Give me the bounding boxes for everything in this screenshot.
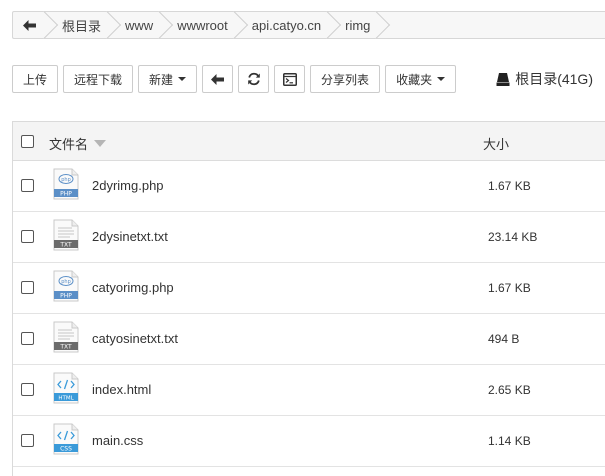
- column-header-name[interactable]: 文件名: [49, 134, 107, 153]
- refresh-button[interactable]: [238, 65, 270, 93]
- svg-text:HTML: HTML: [58, 396, 74, 402]
- row-checkbox[interactable]: [21, 230, 34, 243]
- svg-text:CSS: CSS: [60, 446, 72, 453]
- new-dropdown-button[interactable]: 新建: [138, 65, 198, 93]
- table-header: 文件名 大小: [13, 122, 605, 161]
- file-name[interactable]: 2dyrimg.php: [92, 178, 164, 193]
- file-table: 文件名 大小 php PHP 2dyrimg.php 1.67 KB TXT 2…: [12, 121, 605, 476]
- disk-label: 根目录(41G): [515, 71, 593, 87]
- css-file-icon: CSS: [53, 423, 79, 455]
- php-file-icon: php PHP: [53, 270, 79, 302]
- sort-down-icon: [94, 140, 107, 147]
- file-name[interactable]: catyorimg.php: [92, 280, 174, 295]
- file-name[interactable]: 2dysinetxt.txt: [92, 229, 168, 244]
- file-name[interactable]: index.html: [92, 382, 151, 397]
- table-row[interactable]: php PHP catyorimg.php 1.67 KB: [13, 263, 605, 314]
- svg-text:TXT: TXT: [59, 242, 72, 249]
- row-checkbox[interactable]: [21, 434, 34, 447]
- txt-file-icon: TXT: [53, 219, 79, 251]
- breadcrumb-label: wwwroot: [177, 17, 228, 33]
- file-name[interactable]: catyosinetxt.txt: [92, 331, 178, 346]
- breadcrumb-label: api.catyo.cn: [251, 17, 322, 33]
- table-row[interactable]: CSS main.css 1.14 KB: [13, 416, 605, 467]
- breadcrumb-path-field[interactable]: [378, 11, 605, 39]
- arrow-left-icon: [211, 73, 225, 85]
- svg-text:php: php: [61, 177, 71, 183]
- row-checkbox[interactable]: [21, 332, 34, 345]
- caret-down-icon: [178, 77, 187, 81]
- file-size: 23.14 KB: [488, 230, 538, 244]
- file-name[interactable]: main.css: [92, 433, 143, 448]
- breadcrumb-item-site[interactable]: api.catyo.cn: [235, 11, 330, 39]
- row-checkbox[interactable]: [21, 281, 34, 294]
- column-header-size[interactable]: 大小: [483, 134, 509, 153]
- row-checkbox[interactable]: [21, 179, 34, 192]
- table-row[interactable]: HTML index.html 2.65 KB: [13, 365, 605, 416]
- file-size: 1.67 KB: [488, 179, 531, 193]
- back-nav-button[interactable]: [202, 65, 234, 93]
- row-checkbox[interactable]: [21, 383, 34, 396]
- txt-file-icon: TXT: [53, 321, 79, 353]
- disk-selector[interactable]: 根目录(41G): [496, 65, 593, 93]
- caret-down-icon: [437, 77, 446, 81]
- breadcrumb: 根目录 www wwwroot api.catyo.cn rimg: [12, 11, 605, 39]
- back-button[interactable]: [12, 11, 46, 39]
- hard-drive-icon: [496, 72, 510, 86]
- svg-text:TXT: TXT: [59, 344, 72, 351]
- terminal-button[interactable]: [274, 65, 306, 93]
- file-size: 494 B: [488, 332, 520, 346]
- remote-download-button[interactable]: 远程下载: [63, 65, 134, 93]
- select-all-checkbox[interactable]: [21, 135, 34, 148]
- toolbar: 上传 远程下载 新建 分享列表 收藏夹 根目录(41G): [12, 65, 605, 93]
- terminal-icon: [282, 72, 297, 86]
- upload-button[interactable]: 上传: [12, 65, 59, 93]
- svg-text:PHP: PHP: [60, 293, 72, 300]
- new-label: 新建: [149, 72, 174, 87]
- php-file-icon: php PHP: [53, 168, 79, 200]
- refresh-icon: [247, 72, 260, 86]
- arrow-left-icon: [23, 19, 36, 31]
- breadcrumb-label: www: [125, 17, 154, 33]
- html-file-icon: HTML: [53, 372, 79, 404]
- favorites-label: 收藏夹: [396, 72, 433, 87]
- svg-text:php: php: [61, 279, 71, 285]
- share-list-button[interactable]: 分享列表: [310, 65, 381, 93]
- breadcrumb-label: 根目录: [62, 18, 102, 34]
- favorites-dropdown-button[interactable]: 收藏夹: [385, 65, 457, 93]
- file-size: 1.67 KB: [488, 281, 531, 295]
- table-row[interactable]: php PHP 2dyrimg.php 1.67 KB: [13, 161, 605, 212]
- svg-text:PHP: PHP: [60, 191, 72, 198]
- file-size: 1.14 KB: [488, 434, 531, 448]
- breadcrumb-label: rimg: [345, 17, 371, 33]
- table-row[interactable]: TXT catyosinetxt.txt 494 B: [13, 314, 605, 365]
- file-size: 2.65 KB: [488, 383, 531, 397]
- column-name-label: 文件名: [49, 137, 89, 152]
- table-row[interactable]: TXT 2dysinetxt.txt 23.14 KB: [13, 212, 605, 263]
